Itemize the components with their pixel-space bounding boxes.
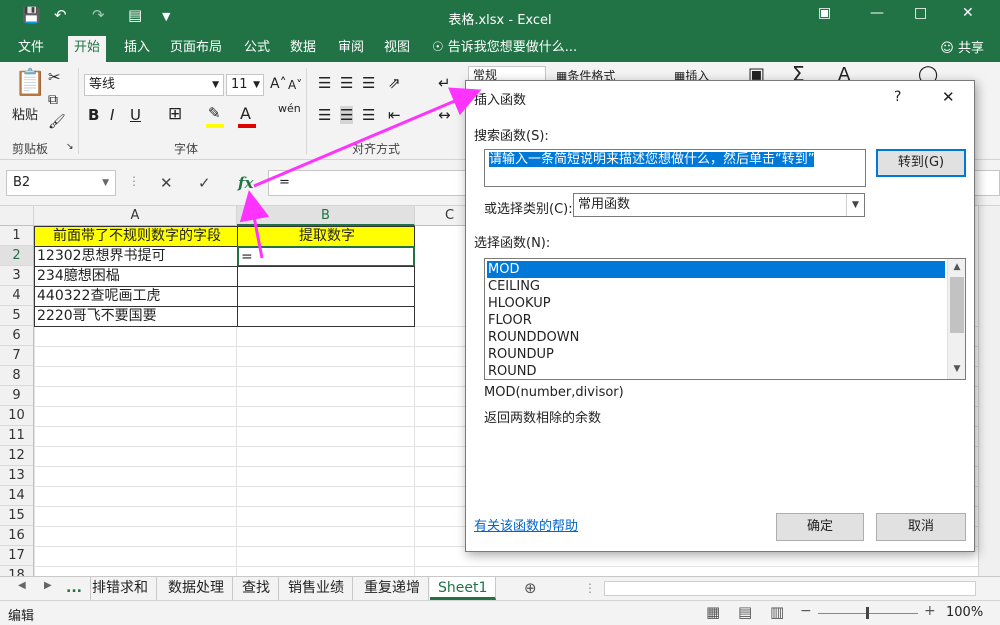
annotation-arrows	[239, 87, 482, 259]
arrow-to-dialog	[253, 87, 482, 188]
arrow-to-fx	[239, 190, 270, 259]
